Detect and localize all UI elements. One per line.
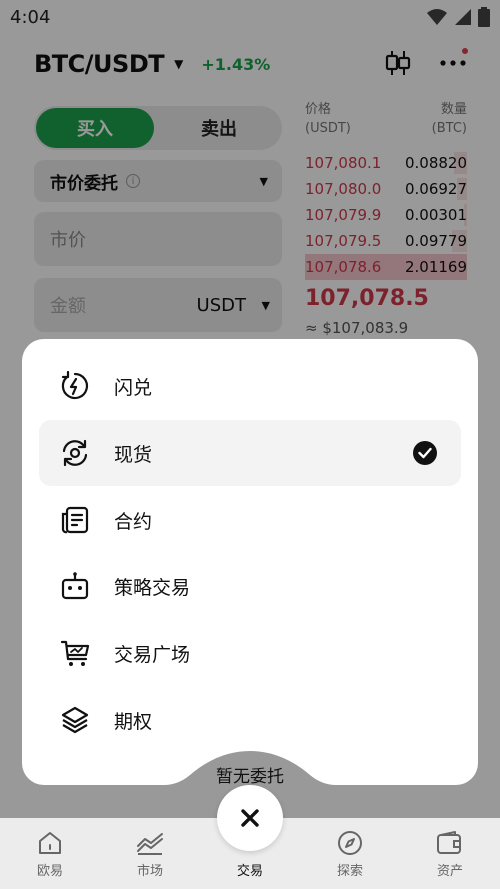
- market-chart-icon: [137, 833, 163, 855]
- trade-square-icon: [59, 637, 91, 669]
- home-icon: [39, 832, 61, 854]
- menu-item-contract[interactable]: 合约: [39, 487, 461, 553]
- menu-item-label: 合约: [114, 510, 153, 533]
- trade-type-menu: 闪兑 现货 合约 策略交易 交易广场 期权: [22, 339, 478, 785]
- compass-icon: [338, 831, 362, 855]
- tab-assets[interactable]: 资产: [400, 830, 500, 879]
- bot-icon: [59, 570, 91, 602]
- tab-explore[interactable]: 探索: [300, 830, 400, 879]
- close-icon: [241, 809, 259, 827]
- tab-label: 探索: [336, 864, 363, 879]
- tab-label: 资产: [436, 864, 463, 879]
- selected-check-icon: [413, 441, 437, 465]
- menu-item-spot[interactable]: 现货: [39, 420, 461, 486]
- tab-label: 欧易: [36, 864, 63, 879]
- tab-label: 市场: [136, 864, 163, 879]
- tab-market[interactable]: 市场: [100, 830, 200, 879]
- layers-icon: [59, 704, 91, 736]
- contract-icon: [59, 504, 91, 536]
- menu-item-label: 期权: [114, 710, 153, 733]
- menu-item-strategy[interactable]: 策略交易: [39, 553, 461, 619]
- spot-icon: [59, 437, 91, 469]
- menu-item-flash-swap[interactable]: 闪兑: [39, 353, 461, 419]
- menu-item-label: 交易广场: [114, 643, 191, 666]
- close-menu-button[interactable]: [217, 785, 283, 851]
- tab-home[interactable]: 欧易: [0, 830, 100, 879]
- menu-item-trade-square[interactable]: 交易广场: [39, 620, 461, 686]
- menu-item-options[interactable]: 期权: [39, 687, 461, 753]
- flash-swap-icon: [59, 370, 91, 402]
- wallet-icon: [437, 831, 461, 854]
- menu-item-label: 现货: [114, 443, 153, 466]
- menu-item-label: 闪兑: [114, 376, 153, 399]
- tab-label: 交易: [236, 864, 263, 879]
- menu-item-label: 策略交易: [114, 576, 191, 599]
